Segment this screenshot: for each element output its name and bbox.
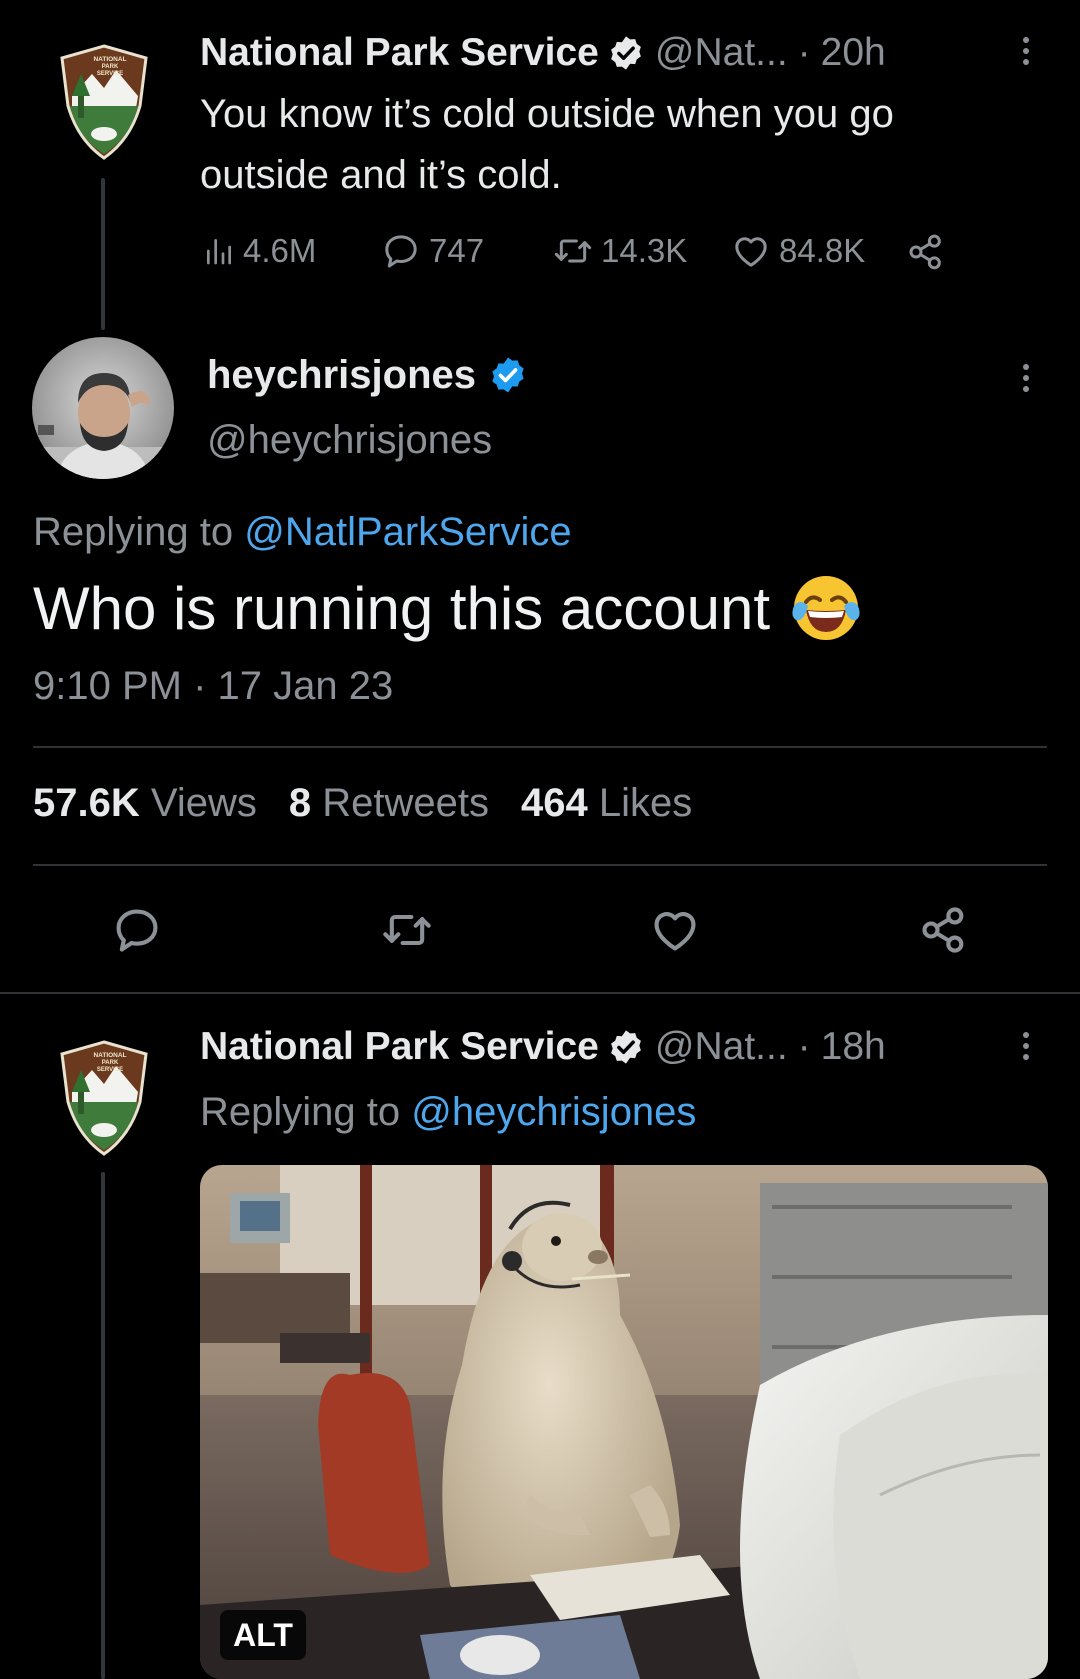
share-button[interactable] bbox=[914, 900, 974, 960]
separator: · bbox=[797, 1025, 811, 1068]
verified-badge-icon bbox=[492, 357, 524, 393]
retweet-icon bbox=[554, 239, 592, 263]
retweets-stat-label: Retweets bbox=[322, 781, 489, 825]
like-metric[interactable]: 84.8K bbox=[731, 228, 865, 274]
replying-to-label: Replying to bbox=[33, 510, 234, 554]
retweet-icon bbox=[383, 914, 431, 946]
more-options-icon[interactable] bbox=[1022, 1032, 1030, 1065]
divider bbox=[33, 746, 1047, 748]
retweets-stat-count: 8 bbox=[288, 781, 312, 825]
views-stat-label: Views bbox=[150, 781, 257, 825]
handle[interactable]: @Nat... bbox=[655, 31, 788, 75]
views-count: 4.6M bbox=[243, 232, 317, 269]
retweet-button[interactable] bbox=[377, 900, 437, 960]
reply-author: heychrisjones bbox=[207, 350, 528, 400]
laughing-emoji: 😂 bbox=[790, 572, 862, 644]
reply-timestamp[interactable]: 9:10 PM · 17 Jan 23 bbox=[33, 664, 393, 709]
replying-to-mention[interactable]: @NatlParkService bbox=[244, 510, 571, 554]
like-button[interactable] bbox=[645, 900, 705, 960]
share-icon[interactable] bbox=[906, 232, 946, 272]
reply-text-line: Who is running this account 😂 bbox=[33, 570, 862, 646]
replying-to-label: Replying to bbox=[200, 1090, 401, 1134]
retweet-metric[interactable]: 14.3K bbox=[553, 228, 687, 274]
views-stat-count: 57.6K bbox=[33, 781, 140, 825]
likes-stat-count: 464 bbox=[520, 781, 588, 825]
svg-text:PARK: PARK bbox=[102, 64, 119, 70]
timestamp[interactable]: 18h bbox=[821, 1025, 886, 1069]
display-name[interactable]: National Park Service bbox=[200, 31, 599, 75]
replying-to-line: Replying to @NatlParkService bbox=[33, 510, 572, 555]
reply-count: 747 bbox=[429, 232, 485, 269]
views-stat[interactable]: 57.6K Views bbox=[33, 781, 257, 826]
likes-stat-label: Likes bbox=[598, 781, 693, 825]
tweet-header: National Park Service @Nat... · 18h bbox=[200, 1022, 886, 1072]
retweet-count: 14.3K bbox=[601, 232, 688, 269]
reply-button[interactable] bbox=[107, 900, 167, 960]
more-options-icon[interactable] bbox=[1022, 364, 1030, 397]
replying-to-mention[interactable]: @heychrisjones bbox=[411, 1090, 696, 1134]
svg-text:NATIONAL: NATIONAL bbox=[93, 1052, 126, 1059]
views-metric[interactable]: 4.6M bbox=[203, 228, 316, 274]
handle[interactable]: @heychrisjones bbox=[207, 418, 492, 463]
replying-to-line: Replying to @heychrisjones bbox=[200, 1090, 696, 1135]
verified-badge-icon bbox=[610, 1030, 641, 1064]
thread-line bbox=[101, 1172, 105, 1679]
verified-badge-icon bbox=[610, 36, 641, 70]
likes-stat[interactable]: 464 Likes bbox=[521, 781, 692, 826]
avatar-photo[interactable] bbox=[32, 337, 174, 479]
reply-metric[interactable]: 747 bbox=[381, 228, 484, 274]
section-divider bbox=[0, 992, 1080, 994]
share-icon bbox=[922, 907, 964, 953]
like-icon bbox=[654, 912, 696, 951]
svg-text:SERVICE: SERVICE bbox=[97, 1067, 123, 1073]
svg-text:SERVICE: SERVICE bbox=[97, 71, 123, 77]
reply-icon bbox=[385, 235, 417, 268]
reply-icon bbox=[116, 909, 158, 952]
thread-line bbox=[101, 178, 105, 330]
nps-arrowhead-logo[interactable]: NATIONAL PARK SERVICE bbox=[58, 1040, 150, 1156]
svg-text:PARK: PARK bbox=[102, 1060, 119, 1066]
views-chart-icon bbox=[207, 239, 231, 265]
nps-arrowhead-logo[interactable]: NATIONAL PARK SERVICE bbox=[58, 44, 150, 160]
svg-text:NATIONAL: NATIONAL bbox=[93, 56, 126, 63]
divider bbox=[33, 864, 1047, 866]
engagement-stats: 57.6K Views 8 Retweets 464 Likes bbox=[33, 781, 692, 826]
like-count: 84.8K bbox=[779, 232, 866, 269]
display-name[interactable]: National Park Service bbox=[200, 1025, 599, 1069]
retweets-stat[interactable]: 8 Retweets bbox=[289, 781, 489, 826]
like-icon bbox=[735, 237, 767, 267]
tweet-text: You know it’s cold outside when you go o… bbox=[200, 92, 894, 197]
handle[interactable]: @Nat... bbox=[655, 1025, 788, 1069]
tweet-header: National Park Service @Nat... · 20h bbox=[200, 28, 886, 78]
display-name[interactable]: heychrisjones bbox=[207, 353, 476, 398]
prairie-dog-photo[interactable] bbox=[200, 1165, 1048, 1679]
more-options-icon[interactable] bbox=[1022, 37, 1030, 70]
alt-text-badge[interactable]: ALT bbox=[220, 1610, 306, 1660]
timestamp[interactable]: 20h bbox=[821, 31, 886, 75]
separator: · bbox=[797, 31, 811, 74]
reply-text: Who is running this account bbox=[33, 574, 771, 642]
